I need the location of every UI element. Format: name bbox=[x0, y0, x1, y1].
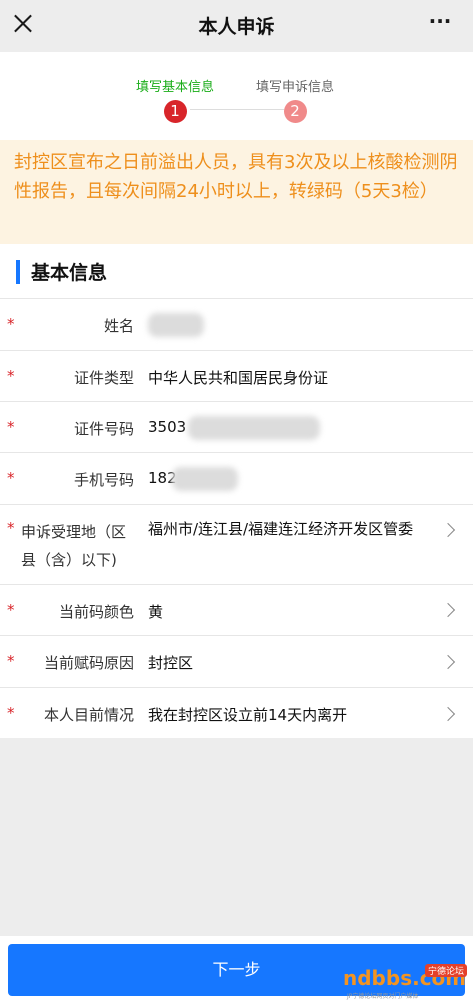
step-indicator: 填写基本信息 1 填写申诉信息 2 bbox=[0, 52, 473, 140]
field-label: 证件类型 bbox=[73, 369, 134, 387]
redacted-blur bbox=[148, 313, 204, 337]
required-mark: * bbox=[7, 601, 15, 619]
section-title: 基本信息 bbox=[31, 262, 108, 284]
required-mark: * bbox=[7, 418, 15, 436]
required-mark: * bbox=[7, 519, 15, 537]
field-current-status[interactable]: * 本人目前情况 我在封控区设立前14天内离开 bbox=[0, 687, 473, 738]
redacted-blur bbox=[188, 416, 320, 440]
chevron-right-icon bbox=[440, 602, 456, 618]
section-accent-bar bbox=[16, 260, 20, 284]
basic-info-form: 基本信息 * 姓名 * 证件类型 中华人民共和国居民身份证 * 证件号码 350… bbox=[0, 244, 473, 738]
field-value: 封控区 bbox=[148, 654, 194, 672]
step-1-number: 1 bbox=[163, 100, 187, 123]
watermark-logo: ndbbs.com 宁德论坛 JP宁德论坛网页对门户媒体 bbox=[343, 962, 467, 1002]
chevron-right-icon bbox=[440, 706, 456, 722]
field-value: 黄 bbox=[148, 603, 164, 621]
required-mark: * bbox=[7, 704, 15, 722]
chevron-right-icon bbox=[440, 522, 456, 538]
step-2: 填写申诉信息 2 bbox=[240, 76, 350, 123]
field-phone: * 手机号码 182 bbox=[0, 452, 473, 504]
top-bar: 本人申诉 ··· bbox=[0, 0, 473, 52]
required-mark: * bbox=[7, 652, 15, 670]
required-mark: * bbox=[7, 367, 15, 385]
field-value: 3503 bbox=[148, 418, 187, 436]
field-code-reason[interactable]: * 当前赋码原因 封控区 bbox=[0, 635, 473, 687]
field-id-number: * 证件号码 3503 bbox=[0, 401, 473, 452]
field-name: * 姓名 bbox=[0, 298, 473, 350]
step-1: 填写基本信息 1 bbox=[120, 76, 230, 123]
field-label: 本人目前情况 bbox=[43, 706, 134, 724]
field-label: 手机号码 bbox=[73, 471, 134, 489]
field-value: 中华人民共和国居民身份证 bbox=[148, 369, 329, 387]
field-value: 我在封控区设立前14天内离开 bbox=[148, 706, 348, 724]
watermark-subtext: JP宁德论坛网页对门户媒体 bbox=[347, 993, 419, 1000]
field-label: 当前码颜色 bbox=[58, 603, 134, 621]
notice-banner: 封控区宣布之日前溢出人员，具有3次及以上核酸检测阴性报告，且每次间隔24小时以上… bbox=[0, 140, 473, 244]
field-label: 姓名 bbox=[103, 317, 134, 335]
field-id-type: * 证件类型 中华人民共和国居民身份证 bbox=[0, 350, 473, 401]
step-1-label: 填写基本信息 bbox=[135, 80, 214, 95]
field-label: 证件号码 bbox=[73, 420, 134, 438]
chevron-right-icon bbox=[440, 654, 456, 670]
required-mark: * bbox=[7, 315, 15, 333]
more-options-icon[interactable]: ··· bbox=[425, 11, 455, 35]
redacted-blur bbox=[172, 467, 238, 491]
page-title: 本人申诉 bbox=[198, 16, 275, 38]
required-mark: * bbox=[7, 469, 15, 487]
step-2-label: 填写申诉信息 bbox=[255, 80, 334, 95]
field-code-color[interactable]: * 当前码颜色 黄 bbox=[0, 584, 473, 635]
field-appeal-location[interactable]: * 申诉受理地（区县（含）以下) 福州市/连江县/福建连江经济开发区管委 bbox=[0, 504, 473, 584]
section-header: 基本信息 bbox=[0, 244, 473, 298]
field-label: 当前赋码原因 bbox=[43, 654, 134, 672]
step-2-number: 2 bbox=[283, 100, 307, 123]
field-label: 申诉受理地（区县（含）以下) bbox=[21, 523, 127, 569]
field-value: 福州市/连江县/福建连江经济开发区管委 bbox=[148, 520, 414, 538]
watermark-badge: 宁德论坛 bbox=[424, 964, 467, 977]
bottom-bar: 下一步 ndbbs.com 宁德论坛 JP宁德论坛网页对门户媒体 bbox=[0, 936, 473, 1004]
